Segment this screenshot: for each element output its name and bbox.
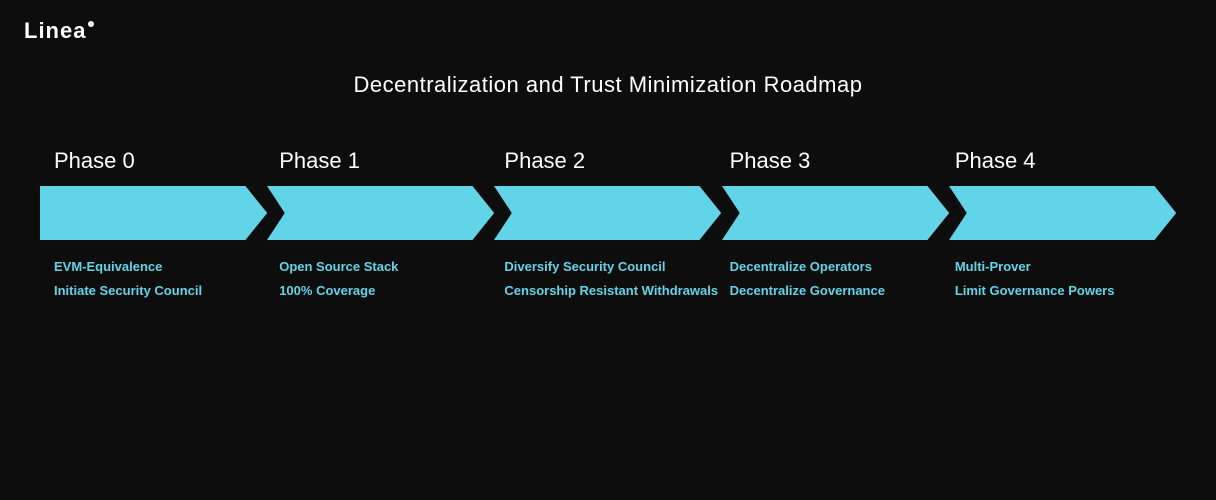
arrows-row [40, 186, 1176, 240]
arrow-segment-3 [722, 186, 949, 240]
phase-details-1: Open Source Stack 100% Coverage [275, 258, 500, 300]
phase-label-1: Phase 1 [275, 148, 500, 174]
roadmap-container: Phase 0Phase 1Phase 2Phase 3Phase 4 EVM-… [40, 148, 1176, 300]
arrow-segment-4 [949, 186, 1176, 240]
phase-details-3: Decentralize Operators Decentralize Gover… [726, 258, 951, 300]
phase-label-2: Phase 2 [500, 148, 725, 174]
logo-dot [88, 21, 94, 27]
phase-label-3: Phase 3 [726, 148, 951, 174]
logo: Linea [24, 18, 94, 44]
details-row: EVM-Equivalence Initiate Security Council… [40, 258, 1176, 300]
header: Linea [0, 0, 1216, 62]
detail-item-1-0: Open Source Stack [279, 258, 500, 276]
phase-label-0: Phase 0 [50, 148, 275, 174]
phase-details-0: EVM-Equivalence Initiate Security Council [50, 258, 275, 300]
detail-item-0-1: Initiate Security Council [54, 282, 275, 300]
phases-row: Phase 0Phase 1Phase 2Phase 3Phase 4 [40, 148, 1176, 174]
phase-details-4: Multi-Prover Limit Governance Powers [951, 258, 1176, 300]
detail-item-1-1: 100% Coverage [279, 282, 500, 300]
detail-item-2-1: Censorship Resistant Withdrawals [504, 282, 725, 300]
detail-item-4-0: Multi-Prover [955, 258, 1176, 276]
arrow-segment-0 [40, 186, 267, 240]
phase-details-2: Diversify Security Council Censorship Res… [500, 258, 725, 300]
arrow-segment-1 [267, 186, 494, 240]
detail-item-0-0: EVM-Equivalence [54, 258, 275, 276]
detail-item-2-0: Diversify Security Council [504, 258, 725, 276]
phase-label-4: Phase 4 [951, 148, 1176, 174]
main-content: Decentralization and Trust Minimization … [0, 62, 1216, 300]
logo-text: Linea [24, 18, 86, 44]
detail-item-4-1: Limit Governance Powers [955, 282, 1176, 300]
detail-item-3-0: Decentralize Operators [730, 258, 951, 276]
arrow-segment-2 [494, 186, 721, 240]
page-title: Decentralization and Trust Minimization … [354, 72, 863, 98]
detail-item-3-1: Decentralize Governance [730, 282, 951, 300]
